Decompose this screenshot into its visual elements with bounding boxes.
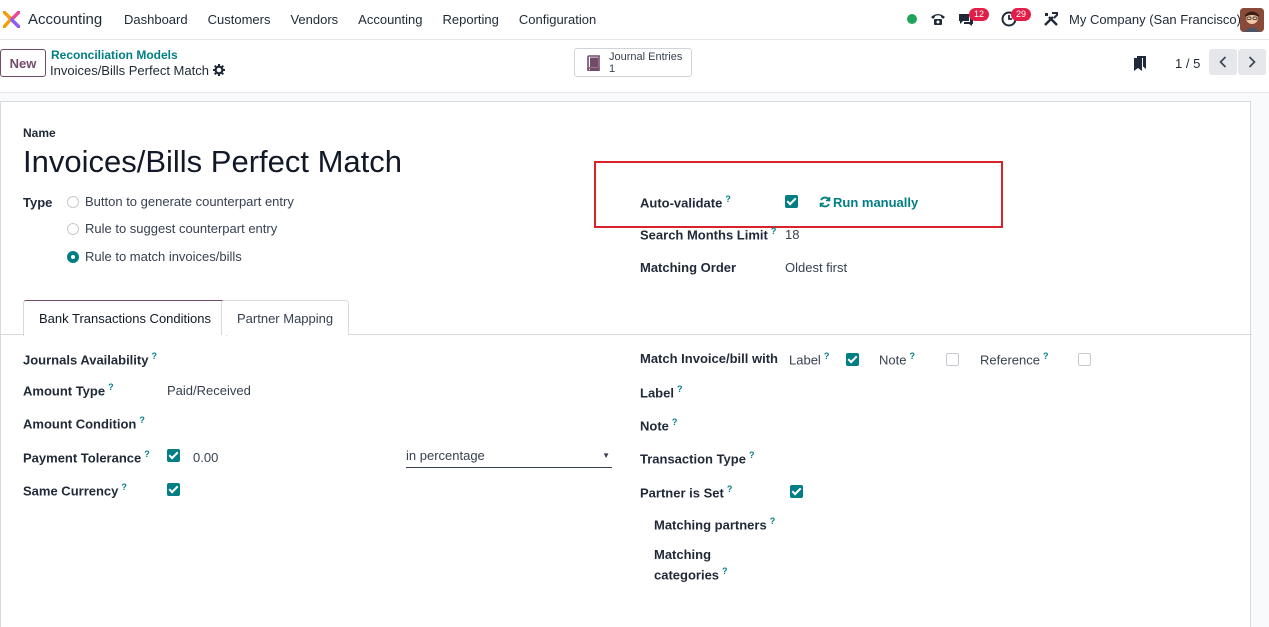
matching-order-label: Matching Order (640, 260, 737, 275)
phone-icon[interactable] (929, 11, 947, 27)
breadcrumb-current: Invoices/Bills Perfect Match (50, 63, 209, 78)
breadcrumb-parent-link[interactable]: Reconciliation Models (51, 48, 178, 62)
chevron-right-icon (1248, 56, 1256, 68)
type-option-1-label[interactable]: Button to generate counterpart entry (85, 194, 294, 209)
help-tooltip-icon[interactable]: ? (909, 351, 915, 361)
pager-previous-button[interactable] (1209, 49, 1237, 75)
help-tooltip-icon[interactable]: ? (672, 417, 678, 427)
type-option-3-label[interactable]: Rule to match invoices/bills (85, 249, 242, 264)
payment-tolerance-field[interactable]: 0.00 (193, 450, 218, 465)
matching-partners-label: Matching partners? (654, 516, 776, 533)
match-note-option: Note? (879, 351, 915, 368)
control-panel: New Reconciliation Models Invoices/Bills… (0, 40, 1269, 93)
help-tooltip-icon[interactable]: ? (121, 482, 127, 492)
menu-reporting[interactable]: Reporting (443, 12, 499, 27)
type-radio-counterpart-button[interactable] (67, 196, 79, 208)
payment-tolerance-checkbox[interactable] (167, 449, 180, 462)
match-label-option: Label? (789, 351, 830, 368)
type-radio-suggest[interactable] (67, 223, 79, 235)
menu-accounting[interactable]: Accounting (358, 12, 422, 27)
help-tooltip-icon[interactable]: ? (1043, 351, 1049, 361)
tab-partner-mapping[interactable]: Partner Mapping (221, 300, 350, 335)
help-tooltip-icon[interactable]: ? (108, 382, 114, 392)
payment-tolerance-label: Payment Tolerance? (23, 449, 150, 466)
journals-availability-label: Journals Availability? (23, 351, 157, 368)
menu-vendors[interactable]: Vendors (290, 12, 338, 27)
user-avatar-icon (1240, 8, 1264, 32)
help-tooltip-icon[interactable]: ? (727, 484, 733, 494)
matching-categories-label-line2: categories? (654, 566, 728, 583)
main-menu: Dashboard Customers Vendors Accounting R… (124, 12, 616, 27)
bookmark-icon[interactable] (1134, 56, 1146, 71)
caret-down-icon: ▼ (602, 451, 610, 460)
accounting-app-icon[interactable] (3, 11, 20, 28)
amount-type-field[interactable]: Paid/Received (167, 383, 251, 398)
help-tooltip-icon[interactable]: ? (749, 450, 755, 460)
journal-entries-smart-button[interactable]: Journal Entries 1 (574, 48, 692, 77)
transaction-type-label: Transaction Type? (640, 450, 755, 467)
new-button[interactable]: New (0, 49, 46, 77)
help-tooltip-icon[interactable]: ? (139, 415, 145, 425)
notebook-tabs: Bank Transactions Conditions Partner Map… (1, 300, 1252, 336)
gear-icon[interactable] (213, 64, 225, 76)
refresh-icon (819, 196, 831, 208)
search-months-label: Search Months Limit? (640, 226, 777, 243)
messages-badge: 12 (969, 8, 990, 21)
name-field[interactable]: Invoices/Bills Perfect Match (23, 144, 402, 180)
match-note-checkbox[interactable] (946, 353, 959, 366)
name-label: Name (23, 126, 56, 140)
type-label: Type (23, 195, 53, 210)
same-currency-label: Same Currency? (23, 482, 127, 499)
help-tooltip-icon[interactable]: ? (677, 384, 683, 394)
chevron-left-icon (1219, 56, 1227, 68)
top-navbar: Accounting Dashboard Customers Vendors A… (0, 0, 1269, 40)
user-avatar[interactable] (1240, 8, 1264, 32)
pager-next-button[interactable] (1238, 49, 1266, 75)
tolerance-type-select[interactable]: in percentage ▼ (406, 448, 612, 468)
matching-order-field[interactable]: Oldest first (785, 260, 847, 275)
search-months-field[interactable]: 18 (785, 227, 799, 242)
tab-bank-transactions-conditions[interactable]: Bank Transactions Conditions (23, 300, 227, 336)
run-manually-button[interactable]: Run manually (819, 195, 918, 210)
book-icon (587, 55, 600, 71)
label-condition-label: Label? (640, 384, 683, 401)
partner-is-set-label: Partner is Set? (640, 484, 733, 501)
form-sheet: Name Invoices/Bills Perfect Match Type B… (0, 101, 1252, 627)
type-option-2-label[interactable]: Rule to suggest counterpart entry (85, 221, 277, 236)
match-reference-option: Reference? (980, 351, 1049, 368)
help-tooltip-icon[interactable]: ? (151, 351, 157, 361)
match-label-checkbox[interactable] (846, 353, 859, 366)
amount-condition-label: Amount Condition? (23, 415, 145, 432)
note-condition-label: Note? (640, 417, 678, 434)
amount-type-label: Amount Type? (23, 382, 114, 399)
same-currency-checkbox[interactable] (167, 483, 180, 496)
menu-dashboard[interactable]: Dashboard (124, 12, 188, 27)
activities-badge: 29 (1011, 8, 1032, 21)
help-tooltip-icon[interactable]: ? (722, 566, 728, 576)
help-tooltip-icon[interactable]: ? (770, 516, 776, 526)
help-tooltip-icon[interactable]: ? (144, 449, 150, 459)
auto-validate-checkbox[interactable] (785, 195, 798, 208)
tools-icon[interactable] (1043, 11, 1059, 27)
online-status-icon (907, 14, 917, 24)
help-tooltip-icon[interactable]: ? (771, 226, 777, 236)
type-radio-match-invoices[interactable] (67, 251, 79, 263)
partner-is-set-checkbox[interactable] (790, 485, 803, 498)
smart-button-value: 1 (609, 63, 616, 75)
company-switcher[interactable]: My Company (San Francisco) (1069, 12, 1241, 27)
menu-configuration[interactable]: Configuration (519, 12, 596, 27)
help-tooltip-icon[interactable]: ? (824, 351, 830, 361)
matching-categories-label-line1: Matching (654, 547, 712, 562)
smart-button-label: Journal Entries (609, 51, 683, 63)
pager-value[interactable]: 1 / 5 (1175, 56, 1200, 71)
match-invoice-with-label: Match Invoice/bill with (640, 351, 778, 366)
help-tooltip-icon[interactable]: ? (725, 194, 731, 204)
auto-validate-label: Auto-validate? (640, 194, 731, 211)
app-name[interactable]: Accounting (28, 11, 102, 28)
menu-customers[interactable]: Customers (208, 12, 271, 27)
match-reference-checkbox[interactable] (1078, 353, 1091, 366)
